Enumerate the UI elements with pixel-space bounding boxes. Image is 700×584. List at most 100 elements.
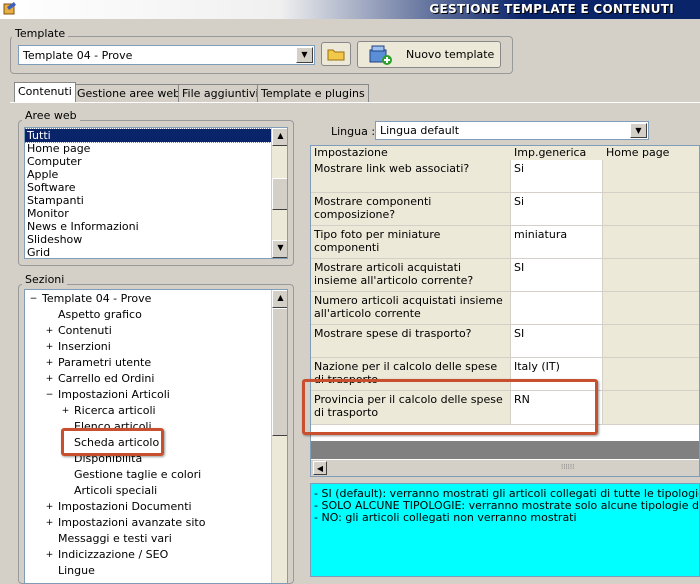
column-header-home-page[interactable]: Home page bbox=[603, 146, 699, 161]
tree-item-label: Parametri utente bbox=[58, 356, 152, 369]
grid-cell-home-page[interactable] bbox=[603, 226, 699, 259]
grid-cell-home-page[interactable] bbox=[603, 259, 699, 292]
grid-cell-value[interactable]: Si bbox=[511, 160, 603, 193]
tree-root[interactable]: − Template 04 - Prove bbox=[29, 291, 152, 307]
tree-item[interactable]: − Impostazioni Articoli bbox=[45, 387, 170, 403]
tab-gestione-aree-web[interactable]: Gestione aree web bbox=[73, 84, 185, 102]
tab-label: File aggiuntivi bbox=[182, 87, 259, 100]
tab-template-plugins[interactable]: Template e plugins bbox=[257, 84, 369, 102]
grid-cell-home-page[interactable] bbox=[603, 193, 699, 226]
tree-item-label: Ricerca articoli bbox=[74, 404, 156, 417]
grid-cell-value[interactable]: miniatura bbox=[511, 226, 603, 259]
scroll-up-icon[interactable]: ▲ bbox=[272, 128, 287, 146]
collapse-icon[interactable]: − bbox=[29, 294, 38, 304]
list-item[interactable]: Computer bbox=[25, 155, 273, 168]
tree-item[interactable]: Messaggi e testi vari bbox=[45, 531, 172, 547]
list-item[interactable]: Home page bbox=[25, 142, 273, 155]
scroll-thumb[interactable] bbox=[272, 178, 287, 210]
scroll-left-icon[interactable]: ◀ bbox=[313, 461, 327, 475]
grid-cell-value[interactable] bbox=[511, 292, 603, 325]
tree-item-label: Lingue bbox=[58, 564, 95, 577]
aree-web-list[interactable]: Tutti Home page Computer Apple Software Stamp… bbox=[24, 127, 288, 259]
grid-cell-setting: Mostrare componenti composizione? bbox=[311, 193, 511, 226]
tree-item[interactable]: Gestione taglie e colori bbox=[61, 467, 201, 483]
grid-empty-area bbox=[311, 441, 699, 459]
grid-cell-home-page[interactable] bbox=[603, 358, 699, 391]
scroll-thumb[interactable] bbox=[272, 308, 287, 436]
tree-item[interactable]: Aspetto grafico bbox=[45, 307, 142, 323]
chevron-down-icon[interactable]: ▼ bbox=[296, 47, 313, 63]
aree-web-scrollbar[interactable]: ▲ ▼ bbox=[271, 128, 287, 258]
grid-cell-setting: Tipo foto per miniature componenti bbox=[311, 226, 511, 259]
grid-cell-value[interactable]: SI bbox=[511, 259, 603, 292]
expand-icon[interactable]: + bbox=[45, 358, 54, 368]
grid-cell-home-page[interactable] bbox=[603, 292, 699, 325]
open-folder-button[interactable] bbox=[321, 42, 351, 66]
tree-item-label: Impostazioni Documenti bbox=[58, 500, 192, 513]
list-item[interactable]: Software bbox=[25, 181, 273, 194]
tree-item-label: Messaggi e testi vari bbox=[58, 532, 172, 545]
tree-item[interactable]: + Impostazioni Documenti bbox=[45, 499, 192, 515]
column-header-imp-generica[interactable]: Imp.generica bbox=[511, 146, 607, 161]
list-item[interactable]: Stampanti bbox=[25, 194, 273, 207]
lingua-select[interactable]: Lingua default ▼ bbox=[375, 121, 649, 140]
scroll-grip-icon[interactable]: ⁞⁞⁞⁞⁞⁞ bbox=[561, 464, 585, 471]
scroll-down-icon[interactable]: ▼ bbox=[272, 240, 287, 258]
grid-cell-home-page[interactable] bbox=[603, 160, 699, 193]
tree-item[interactable]: + Ricerca articoli bbox=[61, 403, 156, 419]
tree-item[interactable]: + Parametri utente bbox=[45, 355, 151, 371]
tab-divider bbox=[10, 102, 700, 103]
tree-item-label: Contenuti bbox=[58, 324, 112, 337]
template-select[interactable]: Template 04 - Prove ▼ bbox=[18, 45, 315, 65]
expand-icon[interactable]: + bbox=[45, 550, 54, 560]
grid-cell-value[interactable]: Si bbox=[511, 193, 603, 226]
tree-item-label: Aspetto grafico bbox=[58, 308, 142, 321]
expand-icon[interactable]: + bbox=[45, 374, 54, 384]
tree-item[interactable]: + Indicizzazione / SEO bbox=[45, 547, 169, 563]
expand-icon[interactable]: + bbox=[45, 518, 54, 528]
new-template-label: Nuovo template bbox=[406, 48, 495, 61]
new-template-button[interactable]: Nuovo template bbox=[357, 41, 501, 68]
expand-icon[interactable]: + bbox=[61, 406, 70, 416]
aree-web-label: Aree web bbox=[22, 109, 80, 122]
grid-cell-value[interactable]: SI bbox=[511, 325, 603, 358]
chevron-down-icon[interactable]: ▼ bbox=[630, 123, 647, 138]
grid-cell-home-page[interactable] bbox=[603, 391, 699, 425]
expand-icon[interactable]: + bbox=[45, 342, 54, 352]
grid-cell-home-page[interactable] bbox=[603, 325, 699, 358]
tree-item[interactable]: + Contenuti bbox=[45, 323, 112, 339]
list-item[interactable]: News e Informazioni bbox=[25, 220, 273, 233]
tree-item[interactable]: + Impostazioni avanzate sito bbox=[45, 515, 206, 531]
list-item[interactable]: Apple bbox=[25, 168, 273, 181]
lingua-label: Lingua : bbox=[331, 125, 376, 138]
list-item[interactable]: Slideshow bbox=[25, 233, 273, 246]
tab-contenuti[interactable]: Contenuti bbox=[14, 82, 76, 102]
highlight-scheda-articolo bbox=[61, 428, 164, 456]
grid-hscrollbar[interactable]: ◀ ⁞⁞⁞⁞⁞⁞ bbox=[311, 459, 699, 476]
expand-icon[interactable]: + bbox=[45, 502, 54, 512]
collapse-icon[interactable]: − bbox=[45, 390, 54, 400]
column-header-impostazione[interactable]: Impostazione bbox=[311, 146, 515, 161]
tree-item-label: Gestione taglie e colori bbox=[74, 468, 202, 481]
tree-item[interactable]: + Inserzioni bbox=[45, 339, 111, 355]
list-item[interactable]: Tutti bbox=[25, 128, 274, 143]
tab-file-aggiuntivi[interactable]: File aggiuntivi bbox=[178, 84, 263, 102]
list-item[interactable]: Monitor bbox=[25, 207, 273, 220]
list-item[interactable]: Grid bbox=[25, 246, 273, 258]
tree-root-label: Template 04 - Prove bbox=[42, 292, 152, 305]
tree-item[interactable]: + Carrello ed Ordini bbox=[45, 371, 155, 387]
tree-item[interactable]: Articoli speciali bbox=[61, 483, 157, 499]
description-panel: - SI (default): verranno mostrati gli ar… bbox=[310, 483, 700, 577]
tab-label: Gestione aree web bbox=[77, 87, 181, 100]
lingua-select-value: Lingua default bbox=[380, 124, 460, 137]
title-bar: GESTIONE TEMPLATE E CONTENUTI bbox=[0, 0, 700, 19]
sezioni-scrollbar[interactable]: ▲ bbox=[271, 290, 287, 583]
template-select-value: Template 04 - Prove bbox=[23, 49, 133, 62]
scroll-up-icon[interactable]: ▲ bbox=[272, 290, 287, 308]
tree-item-label: Inserzioni bbox=[58, 340, 111, 353]
tree-item-label: Impostazioni Articoli bbox=[58, 388, 170, 401]
expand-icon[interactable]: + bbox=[45, 326, 54, 336]
